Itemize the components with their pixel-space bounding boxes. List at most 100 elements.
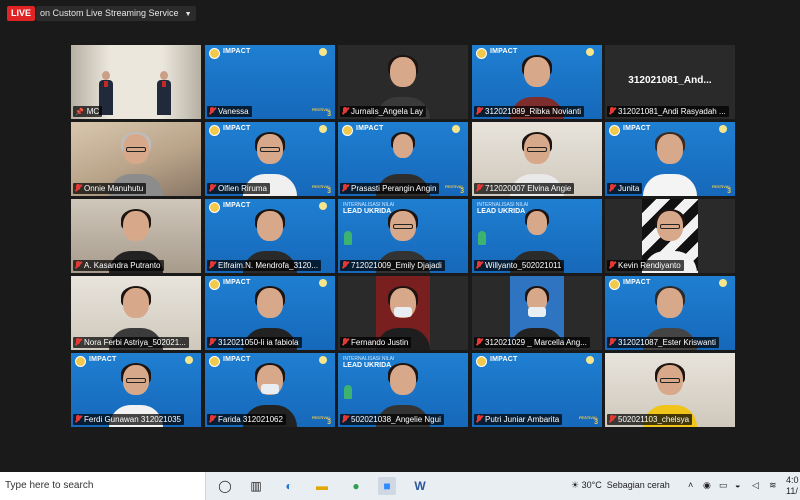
- live-badge[interactable]: LIVE: [7, 6, 35, 21]
- multitask-icon[interactable]: ▥: [247, 477, 265, 495]
- mic-muted-icon: [75, 338, 81, 346]
- video-tile[interactable]: IMPACT 312021050-li ia fabiola: [205, 276, 335, 350]
- festival-badge: FESTIVAL 3: [711, 184, 731, 195]
- festival-badge: FESTIVAL 3: [311, 415, 331, 426]
- clock[interactable]: 4:0 11/: [786, 475, 799, 497]
- top-bar: LIVE on Custom Live Streaming Service ▼: [0, 0, 800, 28]
- festival-logo-icon: [209, 202, 220, 213]
- wifi-icon[interactable]: ≋: [769, 480, 777, 491]
- file-explorer-icon[interactable]: ▬: [313, 477, 331, 495]
- video-tile[interactable]: IMPACT FESTIVAL 3 Vanessa: [205, 45, 335, 119]
- participant-nameplate: Onnie Manuhutu: [73, 183, 147, 194]
- taskbar-search[interactable]: Type here to search: [0, 472, 206, 500]
- battery-icon[interactable]: ▭: [719, 480, 728, 491]
- search-placeholder: Type here to search: [5, 480, 94, 491]
- video-tile[interactable]: IMPACT Ferdi Gunawan 312021035: [71, 353, 201, 427]
- banner-title: IMPACT: [223, 202, 251, 209]
- moon-icon: [719, 125, 727, 133]
- moon-icon: [319, 202, 327, 210]
- participant-nameplate: Fernando Justin: [340, 337, 412, 348]
- plant-icon: [478, 231, 486, 245]
- task-view-icon[interactable]: ◯: [216, 477, 234, 495]
- participant-nameplate: 312021087_Ester Kriswanti: [607, 337, 719, 348]
- moon-icon: [185, 356, 193, 364]
- festival-logo-icon: [75, 356, 86, 367]
- festival-logo-icon: [209, 279, 220, 290]
- mic-muted-icon: [209, 184, 215, 192]
- festival-logo-icon: [209, 125, 220, 136]
- mic-muted-icon: [476, 338, 482, 346]
- participant-nameplate: Junita: [607, 183, 643, 194]
- festival-logo-icon: [476, 356, 487, 367]
- moon-icon: [319, 48, 327, 56]
- tray-icon[interactable]: ◉: [703, 480, 711, 491]
- mic-muted-icon: [75, 261, 81, 269]
- participant-nameplate: Kevin Rendiyanto: [607, 260, 684, 271]
- video-tile[interactable]: Fernando Justin: [338, 276, 468, 350]
- network-icon[interactable]: ◒: [735, 480, 740, 490]
- mic-muted-icon: [342, 184, 348, 192]
- participant-nameplate: Nora Ferbi Astriya_502021...: [73, 337, 189, 348]
- video-tile[interactable]: Jurnalis_Angela Lay: [338, 45, 468, 119]
- streaming-service-dropdown[interactable]: on Custom Live Streaming Service ▼: [36, 6, 196, 21]
- participant-nameplate: 312021029 _ Marcella Ang...: [474, 337, 590, 348]
- participant-nameplate: 📌 MC: [73, 106, 103, 117]
- chevron-up-icon[interactable]: ˄: [688, 480, 693, 490]
- video-tile[interactable]: 312021029 _ Marcella Ang...: [472, 276, 602, 350]
- video-tile[interactable]: 502021103_chelsya: [605, 353, 735, 427]
- moon-icon: [319, 279, 327, 287]
- word-app-icon[interactable]: W: [411, 477, 429, 495]
- streaming-service-label: on Custom Live Streaming Service: [40, 8, 179, 18]
- video-tile[interactable]: INTERNALISASI NILAI LEAD UKRIDA Willyant…: [472, 199, 602, 273]
- mic-muted-icon: [476, 261, 482, 269]
- participant-nameplate: 312021081_Andi Rasyadah ...: [607, 106, 729, 117]
- edge-browser-icon[interactable]: ◐: [280, 477, 298, 495]
- participant-nameplate: A. Kasandra Putranto: [73, 260, 164, 271]
- video-tile[interactable]: IMPACT FESTIVAL 3 Junita: [605, 122, 735, 196]
- video-tile[interactable]: IMPACT 312021087_Ester Kriswanti: [605, 276, 735, 350]
- festival-badge: FESTIVAL 3: [311, 107, 331, 118]
- chrome-browser-icon[interactable]: ●: [347, 477, 365, 495]
- video-tile[interactable]: Onnie Manuhutu: [71, 122, 201, 196]
- festival-logo-icon: [342, 125, 353, 136]
- participant-nameplate: Vanessa: [207, 106, 252, 117]
- video-tile[interactable]: A. Kasandra Putranto: [71, 199, 201, 273]
- video-tile[interactable]: IMPACT 312021089_Ribka Novianti: [472, 45, 602, 119]
- video-tile[interactable]: INTERNALISASI NILAI LEAD UKRIDA 50202103…: [338, 353, 468, 427]
- video-tile[interactable]: IMPACT FESTIVAL 3 Prasasti Perangin Angin: [338, 122, 468, 196]
- mic-muted-icon: [75, 184, 81, 192]
- mic-muted-icon: [342, 261, 348, 269]
- participant-nameplate: Ferdi Gunawan 312021035: [73, 414, 184, 425]
- banner-title: IMPACT: [223, 279, 251, 286]
- festival-logo-icon: [209, 48, 220, 59]
- participant-nameplate: 502021103_chelsya: [607, 414, 693, 425]
- video-tile[interactable]: IMPACT FESTIVAL 3 Olfien Riruma: [205, 122, 335, 196]
- zoom-app-icon[interactable]: ■: [378, 477, 396, 495]
- video-tile[interactable]: IMPACT FESTIVAL 3 Putri Juniar Ambarita: [472, 353, 602, 427]
- banner-title: IMPACT: [623, 125, 651, 132]
- video-tile[interactable]: IMPACT FESTIVAL 3 Farida 312021062: [205, 353, 335, 427]
- video-tile[interactable]: INTERNALISASI NILAI LEAD UKRIDA 71202100…: [338, 199, 468, 273]
- mic-muted-icon: [75, 415, 81, 423]
- mic-muted-icon: [609, 261, 615, 269]
- participant-nameplate: Olfien Riruma: [207, 183, 270, 194]
- video-tile[interactable]: Nora Ferbi Astriya_502021...: [71, 276, 201, 350]
- moon-icon: [586, 356, 594, 364]
- mic-muted-icon: [476, 184, 482, 192]
- weather-widget[interactable]: ☀ 30°C Sebagian cerah: [571, 480, 670, 491]
- video-tile[interactable]: 712020007 Elvina Angie: [472, 122, 602, 196]
- video-tile-mc[interactable]: 📌 MC: [71, 45, 201, 119]
- mic-muted-icon: [609, 338, 615, 346]
- moon-icon: [719, 279, 727, 287]
- festival-logo-icon: [476, 48, 487, 59]
- video-tile[interactable]: IMPACT Elfraim.N. Mendrofa_3120...: [205, 199, 335, 273]
- video-tile-camera-off[interactable]: 312021081_And... 312021081_Andi Rasyadah…: [605, 45, 735, 119]
- moon-icon: [586, 48, 594, 56]
- video-tile[interactable]: Kevin Rendiyanto: [605, 199, 735, 273]
- participant-nameplate: 312021050-li ia fabiola: [207, 337, 302, 348]
- participant-nameplate: Elfraim.N. Mendrofa_3120...: [207, 260, 322, 271]
- festival-badge: FESTIVAL 3: [444, 184, 464, 195]
- speaker-icon[interactable]: ◁: [752, 480, 759, 491]
- mic-muted-icon: [209, 415, 215, 423]
- moon-icon: [452, 125, 460, 133]
